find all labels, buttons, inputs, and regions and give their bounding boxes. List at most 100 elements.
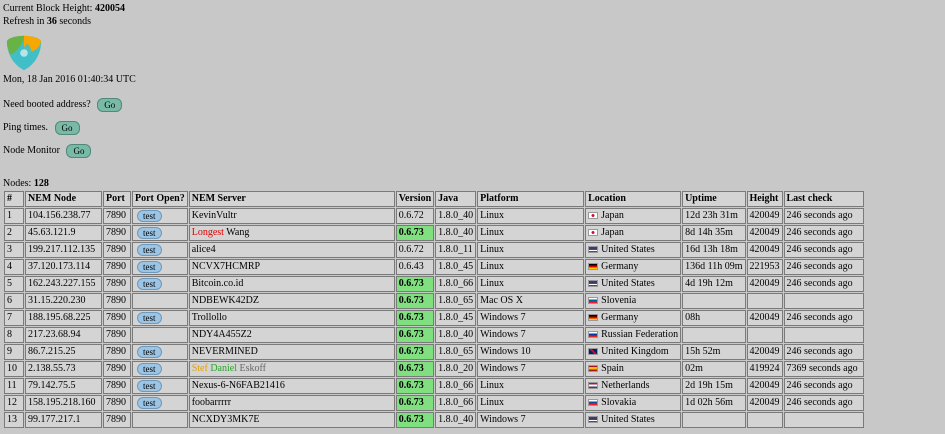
node-port: 7890: [103, 225, 131, 241]
port-open-cell: test: [132, 310, 188, 326]
node-port: 7890: [103, 361, 131, 377]
port-open-cell: test: [132, 276, 188, 292]
node-uptime: 8d 14h 35m: [682, 225, 746, 241]
col-location: Location: [585, 191, 682, 207]
nodes-label: Nodes:: [3, 178, 34, 189]
table-row: 11 79.142.75.5 7890 test Nexus-6-N6FAB21416 0…: [4, 378, 864, 394]
node-ip: 188.195.68.225: [25, 310, 102, 326]
node-platform: Windows 7: [477, 412, 585, 428]
ping-times-row: Ping times. Go: [3, 120, 942, 136]
country-flag-icon: [588, 348, 599, 356]
test-port-button[interactable]: test: [137, 379, 162, 392]
port-open-cell: [132, 293, 188, 309]
node-platform: Mac OS X: [477, 293, 585, 309]
node-height: 221953: [746, 259, 783, 275]
node-ip: 31.15.220.230: [25, 293, 102, 309]
test-port-button[interactable]: test: [137, 311, 162, 324]
node-platform: Linux: [477, 395, 585, 411]
col-nem-node: NEM Node: [25, 191, 102, 207]
node-last-check: [783, 327, 864, 343]
node-version: 0.6.73: [395, 344, 435, 360]
port-open-cell: test: [132, 225, 188, 241]
booted-address-go-button[interactable]: Go: [97, 97, 123, 112]
node-monitor-go-button[interactable]: Go: [66, 143, 92, 158]
node-port: 7890: [103, 242, 131, 258]
node-uptime: 16d 13h 18m: [682, 242, 746, 258]
node-port: 7890: [103, 344, 131, 360]
node-version: 0.6.72: [395, 208, 435, 224]
node-last-check: 246 seconds ago: [783, 208, 864, 224]
node-platform: Linux: [477, 259, 585, 275]
col-port: Port: [103, 191, 131, 207]
block-height-line: Current Block Height: 420054: [3, 2, 942, 15]
node-location: Japan: [585, 225, 682, 241]
node-last-check: 246 seconds ago: [783, 242, 864, 258]
test-port-button[interactable]: test: [137, 209, 162, 222]
country-flag-icon: [588, 280, 599, 288]
node-port: 7890: [103, 276, 131, 292]
block-height-value: 420054: [94, 3, 125, 14]
node-last-check: 246 seconds ago: [783, 378, 864, 394]
port-open-cell: test: [132, 208, 188, 224]
node-last-check: 246 seconds ago: [783, 225, 864, 241]
test-port-button[interactable]: test: [137, 277, 162, 290]
table-row: 2 45.63.121.9 7890 test Longest Wang 0.6.73 1.…: [4, 225, 864, 241]
row-number: 6: [4, 293, 24, 309]
row-number: 7: [4, 310, 24, 326]
location-name: Japan: [601, 210, 624, 221]
table-row: 10 2.138.55.73 7890 test Stef Daniel Eskoff 0…: [4, 361, 864, 377]
location-name: Slovakia: [601, 397, 637, 408]
table-row: 13 99.177.217.1 7890 NCXDY3MK7E 0.6.73 1.8.0_…: [4, 412, 864, 428]
node-java: 1.8.0_66: [435, 276, 477, 292]
nem-logo-icon: [5, 34, 43, 72]
node-version: 0.6.73: [395, 361, 435, 377]
test-port-button[interactable]: test: [137, 345, 162, 358]
node-location: Japan: [585, 208, 682, 224]
test-port-button[interactable]: test: [137, 243, 162, 256]
refresh-prefix: Refresh in: [3, 16, 47, 27]
nodes-count-value: 128: [33, 178, 49, 189]
node-java: 1.8.0_65: [435, 293, 477, 309]
node-last-check: [783, 293, 864, 309]
node-uptime: 2d 19h 15m: [682, 378, 746, 394]
node-uptime: [682, 327, 746, 343]
col-platform: Platform: [477, 191, 585, 207]
node-java: 1.8.0_45: [435, 310, 477, 326]
row-number: 13: [4, 412, 24, 428]
node-java: 1.8.0_11: [435, 242, 477, 258]
node-java: 1.8.0_66: [435, 378, 477, 394]
server-name-part: Eskoff: [239, 363, 266, 374]
node-platform: Windows 7: [477, 310, 585, 326]
country-flag-icon: [588, 416, 599, 424]
test-port-button[interactable]: test: [137, 362, 162, 375]
test-port-button[interactable]: test: [137, 226, 162, 239]
table-row: 7 188.195.68.225 7890 test Trollollo 0.6.73 1.…: [4, 310, 864, 326]
row-number: 4: [4, 259, 24, 275]
ping-times-go-button[interactable]: Go: [54, 120, 80, 135]
node-uptime: [682, 293, 746, 309]
node-java: 1.8.0_40: [435, 208, 477, 224]
col-last-check: Last check: [783, 191, 864, 207]
node-ip: 37.120.173.114: [25, 259, 102, 275]
test-port-button[interactable]: test: [137, 396, 162, 409]
row-number: 2: [4, 225, 24, 241]
node-port: 7890: [103, 378, 131, 394]
node-location: United States: [585, 412, 682, 428]
row-number: 1: [4, 208, 24, 224]
location-name: United States: [601, 244, 655, 255]
booted-address-label: Need booted address?: [3, 99, 91, 110]
node-location: Netherlands: [585, 378, 682, 394]
node-ip: 99.177.217.1: [25, 412, 102, 428]
node-version: 0.6.73: [395, 293, 435, 309]
node-height: 420049: [746, 378, 783, 394]
test-port-button[interactable]: test: [137, 260, 162, 273]
node-height: 419924: [746, 361, 783, 377]
country-flag-icon: [588, 263, 599, 271]
node-uptime: 15h 52m: [682, 344, 746, 360]
node-location: Germany: [585, 310, 682, 326]
node-ip: 45.63.121.9: [25, 225, 102, 241]
node-platform: Windows 7: [477, 327, 585, 343]
nodes-table: # NEM Node Port Port Open? NEM Server Ve…: [3, 190, 865, 429]
node-platform: Linux: [477, 208, 585, 224]
refresh-line: Refresh in 36 seconds: [3, 15, 942, 28]
